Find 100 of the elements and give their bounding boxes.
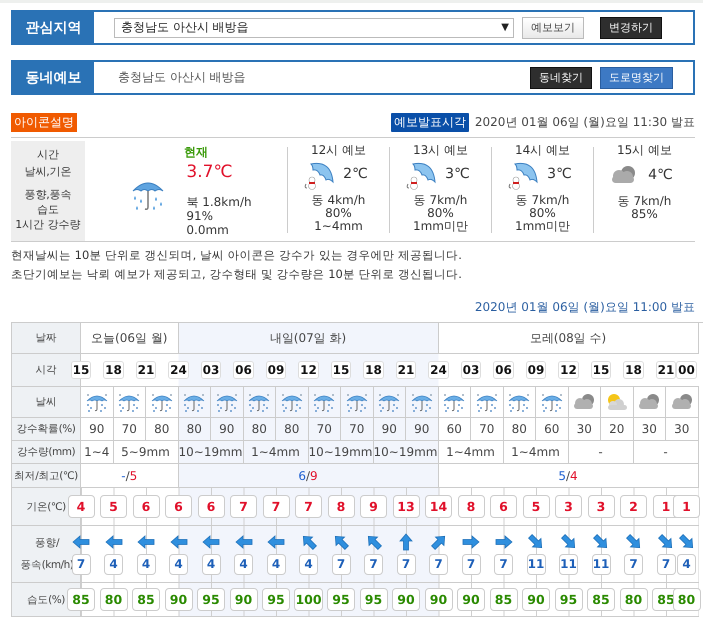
- forecast-wind: 동 7km/h: [618, 195, 672, 208]
- time-label: 15: [70, 361, 92, 379]
- forecast-wind: 동 7km/h: [414, 194, 468, 207]
- wind-speed-value: 4: [234, 554, 253, 575]
- temperature-value: 1: [673, 495, 700, 518]
- forecast-precipitation: 1~4mm: [314, 220, 363, 233]
- table-cell: 60: [536, 418, 568, 441]
- temperature-value: 6: [490, 495, 517, 518]
- forecast-hour-title: 12시 예보: [310, 144, 366, 157]
- humidity-value: 95: [197, 588, 225, 611]
- table-cell: 30: [568, 418, 601, 441]
- time-label: 06: [493, 361, 514, 379]
- wind-speed-value: 7: [364, 554, 383, 575]
- table-cell: -: [634, 441, 698, 464]
- current-temperature: 3.7℃: [186, 161, 234, 183]
- action-button[interactable]: 동네찾기: [530, 66, 592, 88]
- wind-speed-value: 7: [396, 554, 416, 575]
- wind-speed-value: 7: [462, 554, 480, 575]
- wind-speed-value: 11: [526, 554, 546, 575]
- table-cell: 80: [244, 418, 276, 441]
- time-label: 21: [396, 361, 416, 379]
- forecast-humidity: 85%: [631, 208, 658, 221]
- current-humidity: 91%: [186, 209, 214, 223]
- humidity-value: 95: [554, 588, 582, 611]
- action-button[interactable]: 도로명찾기: [600, 66, 673, 88]
- humidity-value: 90: [164, 588, 192, 611]
- table-cell: 20: [601, 418, 634, 441]
- temperature-value: 7: [295, 495, 322, 518]
- wind-speed-value: 4: [266, 554, 286, 575]
- issue-time: 2020년 01월 06일 (월)요일 11:00 발표: [474, 299, 695, 316]
- humidity-value: 85: [587, 588, 615, 611]
- humidity-value: 80: [620, 588, 648, 611]
- row-label: 풍향,풍속: [24, 187, 72, 202]
- forecast-wind: 동 4km/h: [312, 194, 366, 207]
- table-cell: 10~19mm: [374, 441, 438, 464]
- time-label: 18: [363, 361, 384, 379]
- action-button[interactable]: 예보보기: [522, 16, 584, 38]
- table-cell: 90: [374, 418, 406, 441]
- row-label: 1시간 강수량: [15, 217, 81, 232]
- row-label: 습도: [37, 202, 59, 217]
- time-label: 24: [168, 361, 189, 379]
- wind-speed-value: 7: [72, 554, 90, 575]
- temperature-value: 3: [588, 495, 614, 518]
- section-label: 관심지역: [13, 12, 94, 43]
- forecast-temperature: 3℃: [445, 168, 470, 181]
- row-label: 최저/최고(℃): [12, 464, 81, 488]
- wind-speed-value: 4: [677, 554, 696, 575]
- humidity-value: 90: [392, 588, 420, 611]
- time-label: 21: [656, 361, 676, 379]
- temperature-value: 8: [328, 495, 354, 518]
- temperature-value: 2: [620, 495, 647, 518]
- table-cell: 1~4: [81, 441, 114, 464]
- time-label: 18: [103, 361, 124, 379]
- table-cell: 5/4: [438, 464, 698, 488]
- row-label: 날씨: [12, 387, 81, 418]
- table-cell: 90: [406, 418, 438, 441]
- humidity-value: 95: [360, 588, 388, 611]
- wind-speed-value: 4: [202, 554, 220, 575]
- table-cell: 80: [178, 418, 211, 441]
- temperature-value: 3: [555, 495, 582, 518]
- temperature-value: 13: [392, 495, 420, 518]
- time-label: 24: [428, 361, 449, 379]
- action-button[interactable]: 변경하기: [600, 16, 662, 38]
- table-cell: 70: [471, 418, 504, 441]
- temperature-value: 4: [68, 495, 94, 518]
- row-label: 강수확률(%): [12, 418, 81, 441]
- wind-speed-value: 7: [624, 554, 643, 575]
- temperature-value: 9: [360, 495, 387, 518]
- wind-speed-value: 7: [656, 554, 676, 575]
- row-label: 강수량(mm): [12, 441, 81, 464]
- date-cell: 내일(07일 화): [178, 323, 438, 354]
- time-label: 12: [558, 361, 579, 379]
- current-wind: 북 1.8km/h: [186, 195, 252, 209]
- wind-speed-value: 11: [559, 554, 578, 575]
- time-label: 12: [298, 361, 319, 379]
- forecast-hour-title: 15시 예보: [616, 144, 672, 157]
- issue-time: 2020년 01월 06일 (월)요일 11:30 발표: [474, 114, 695, 131]
- time-label: 09: [266, 361, 286, 379]
- table-cell: 10~19mm: [178, 441, 244, 464]
- location-text: 충청남도 아산시 배방읍: [117, 69, 247, 86]
- section-label: 동네예보: [13, 62, 94, 93]
- region-select[interactable]: 충청남도 아산시 배방읍 ▼: [114, 18, 514, 38]
- table-cell: -: [568, 441, 634, 464]
- table-cell: 90: [211, 418, 244, 441]
- humidity-value: 85: [67, 588, 95, 611]
- temperature-value: 5: [100, 495, 127, 518]
- table-cell: 70: [308, 418, 341, 441]
- notice-text: 현재날씨는 10분 단위로 갱신되며, 날씨 아이콘은 강수가 있는 경우에만 제공됩니다.: [11, 247, 463, 264]
- issue-time-badge: 예보발표시각: [390, 113, 469, 132]
- humidity-value: 90: [522, 588, 550, 611]
- temperature-value: 8: [458, 495, 484, 518]
- time-label: 15: [330, 361, 352, 379]
- table-cell: 70: [341, 418, 374, 441]
- notice-text: 초단기예보는 낙뢰 예보가 제공되고, 강수형태 및 강수량은 10분 단위로 갱신됩니다.: [11, 266, 463, 283]
- table-cell: 60: [438, 418, 471, 441]
- current-title: 현재: [184, 144, 208, 161]
- time-label: 06: [233, 361, 254, 379]
- forecast-temperature: 3℃: [547, 168, 572, 181]
- time-label: 21: [136, 361, 156, 379]
- table-cell: 30: [634, 418, 666, 441]
